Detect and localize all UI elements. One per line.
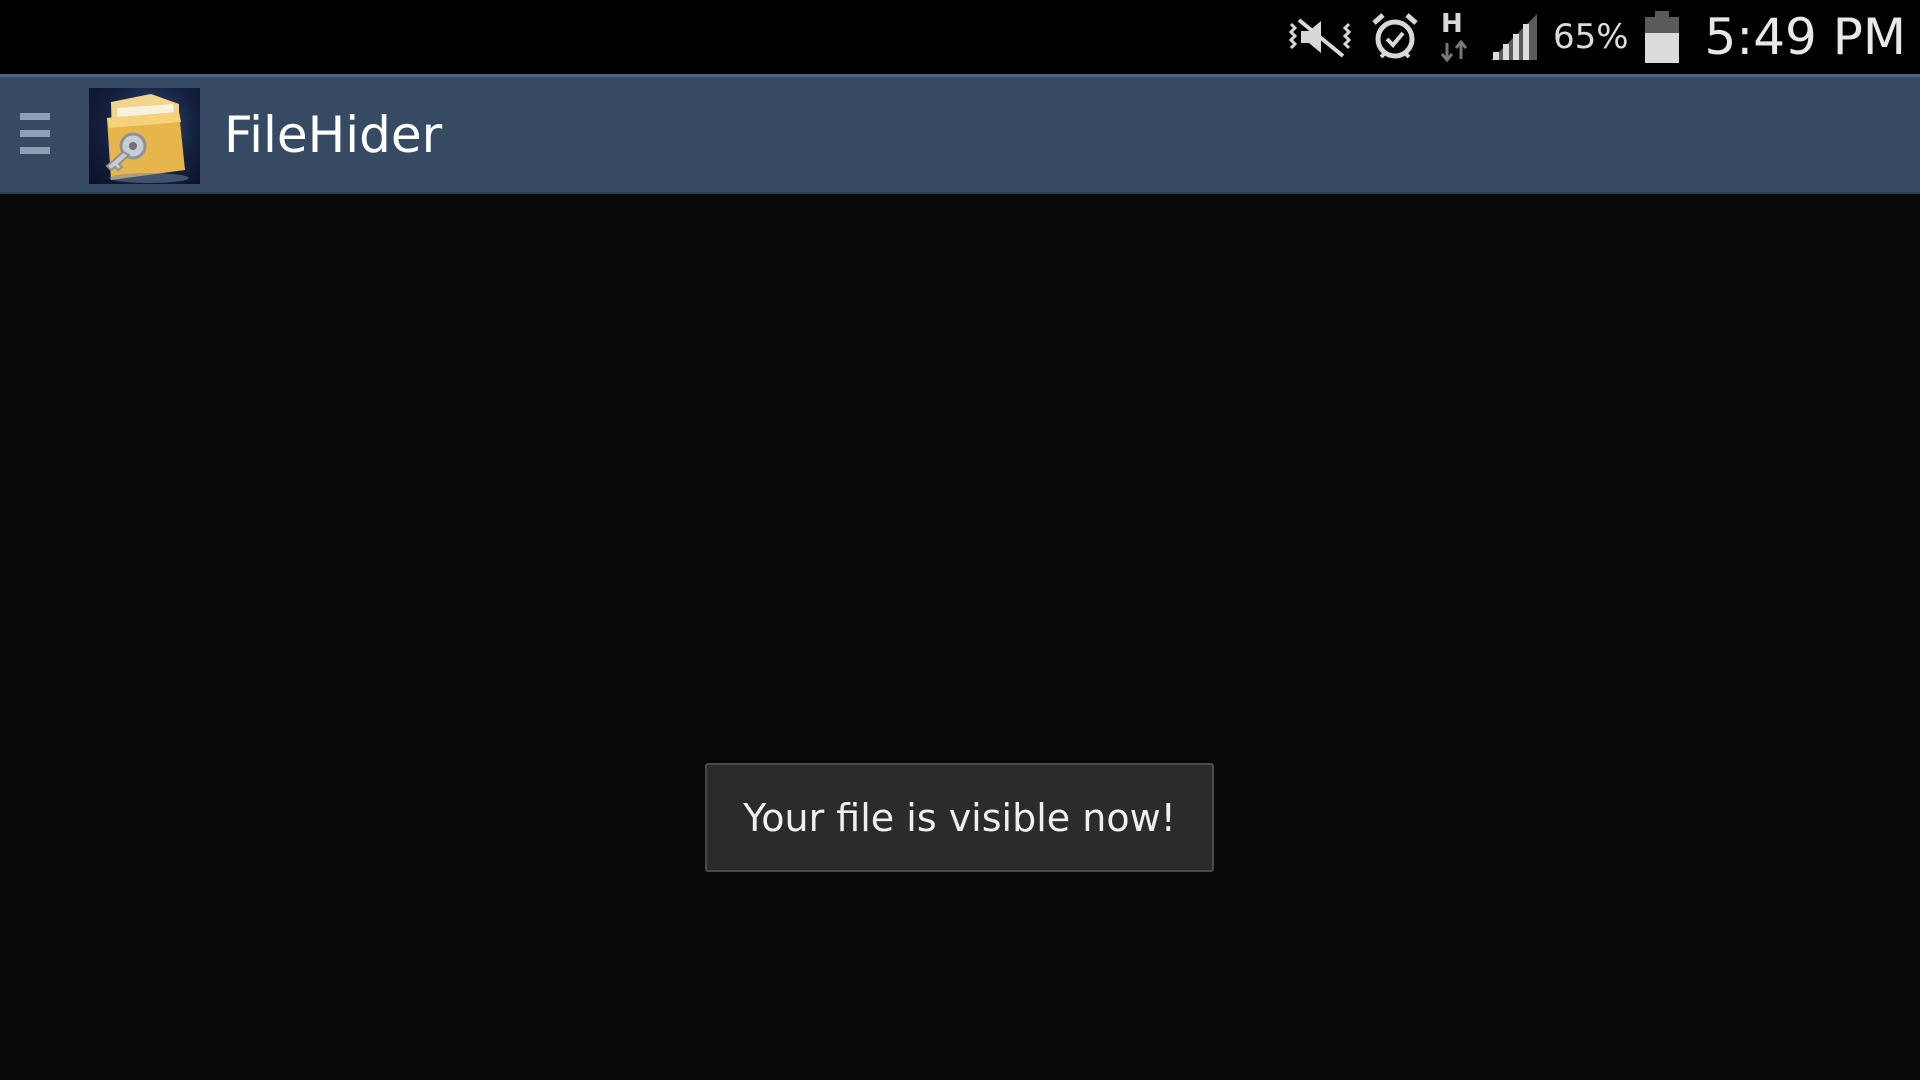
drawer-menu-icon[interactable]	[16, 113, 54, 161]
toast-text: Your file is visible now!	[743, 795, 1176, 840]
status-clock: 5:49 PM	[1704, 8, 1906, 66]
hspa-data-icon: H	[1435, 9, 1475, 65]
status-icons: H 65% 5:49 PM	[1285, 0, 1906, 74]
battery-percent: 65%	[1552, 17, 1629, 57]
folder-key-icon[interactable]	[89, 88, 200, 184]
status-bar: H 65% 5:49 PM	[0, 0, 1920, 74]
alarm-icon	[1369, 11, 1421, 63]
app-title: FileHider	[224, 106, 443, 164]
toast-message: Your file is visible now!	[705, 763, 1214, 872]
screen: H 65% 5:49 PM FileHider Your file is vis…	[0, 0, 1920, 1080]
battery-icon	[1643, 9, 1681, 65]
vibrate-mute-icon	[1285, 12, 1355, 62]
signal-icon	[1489, 12, 1539, 62]
action-bar: FileHider	[0, 74, 1920, 194]
